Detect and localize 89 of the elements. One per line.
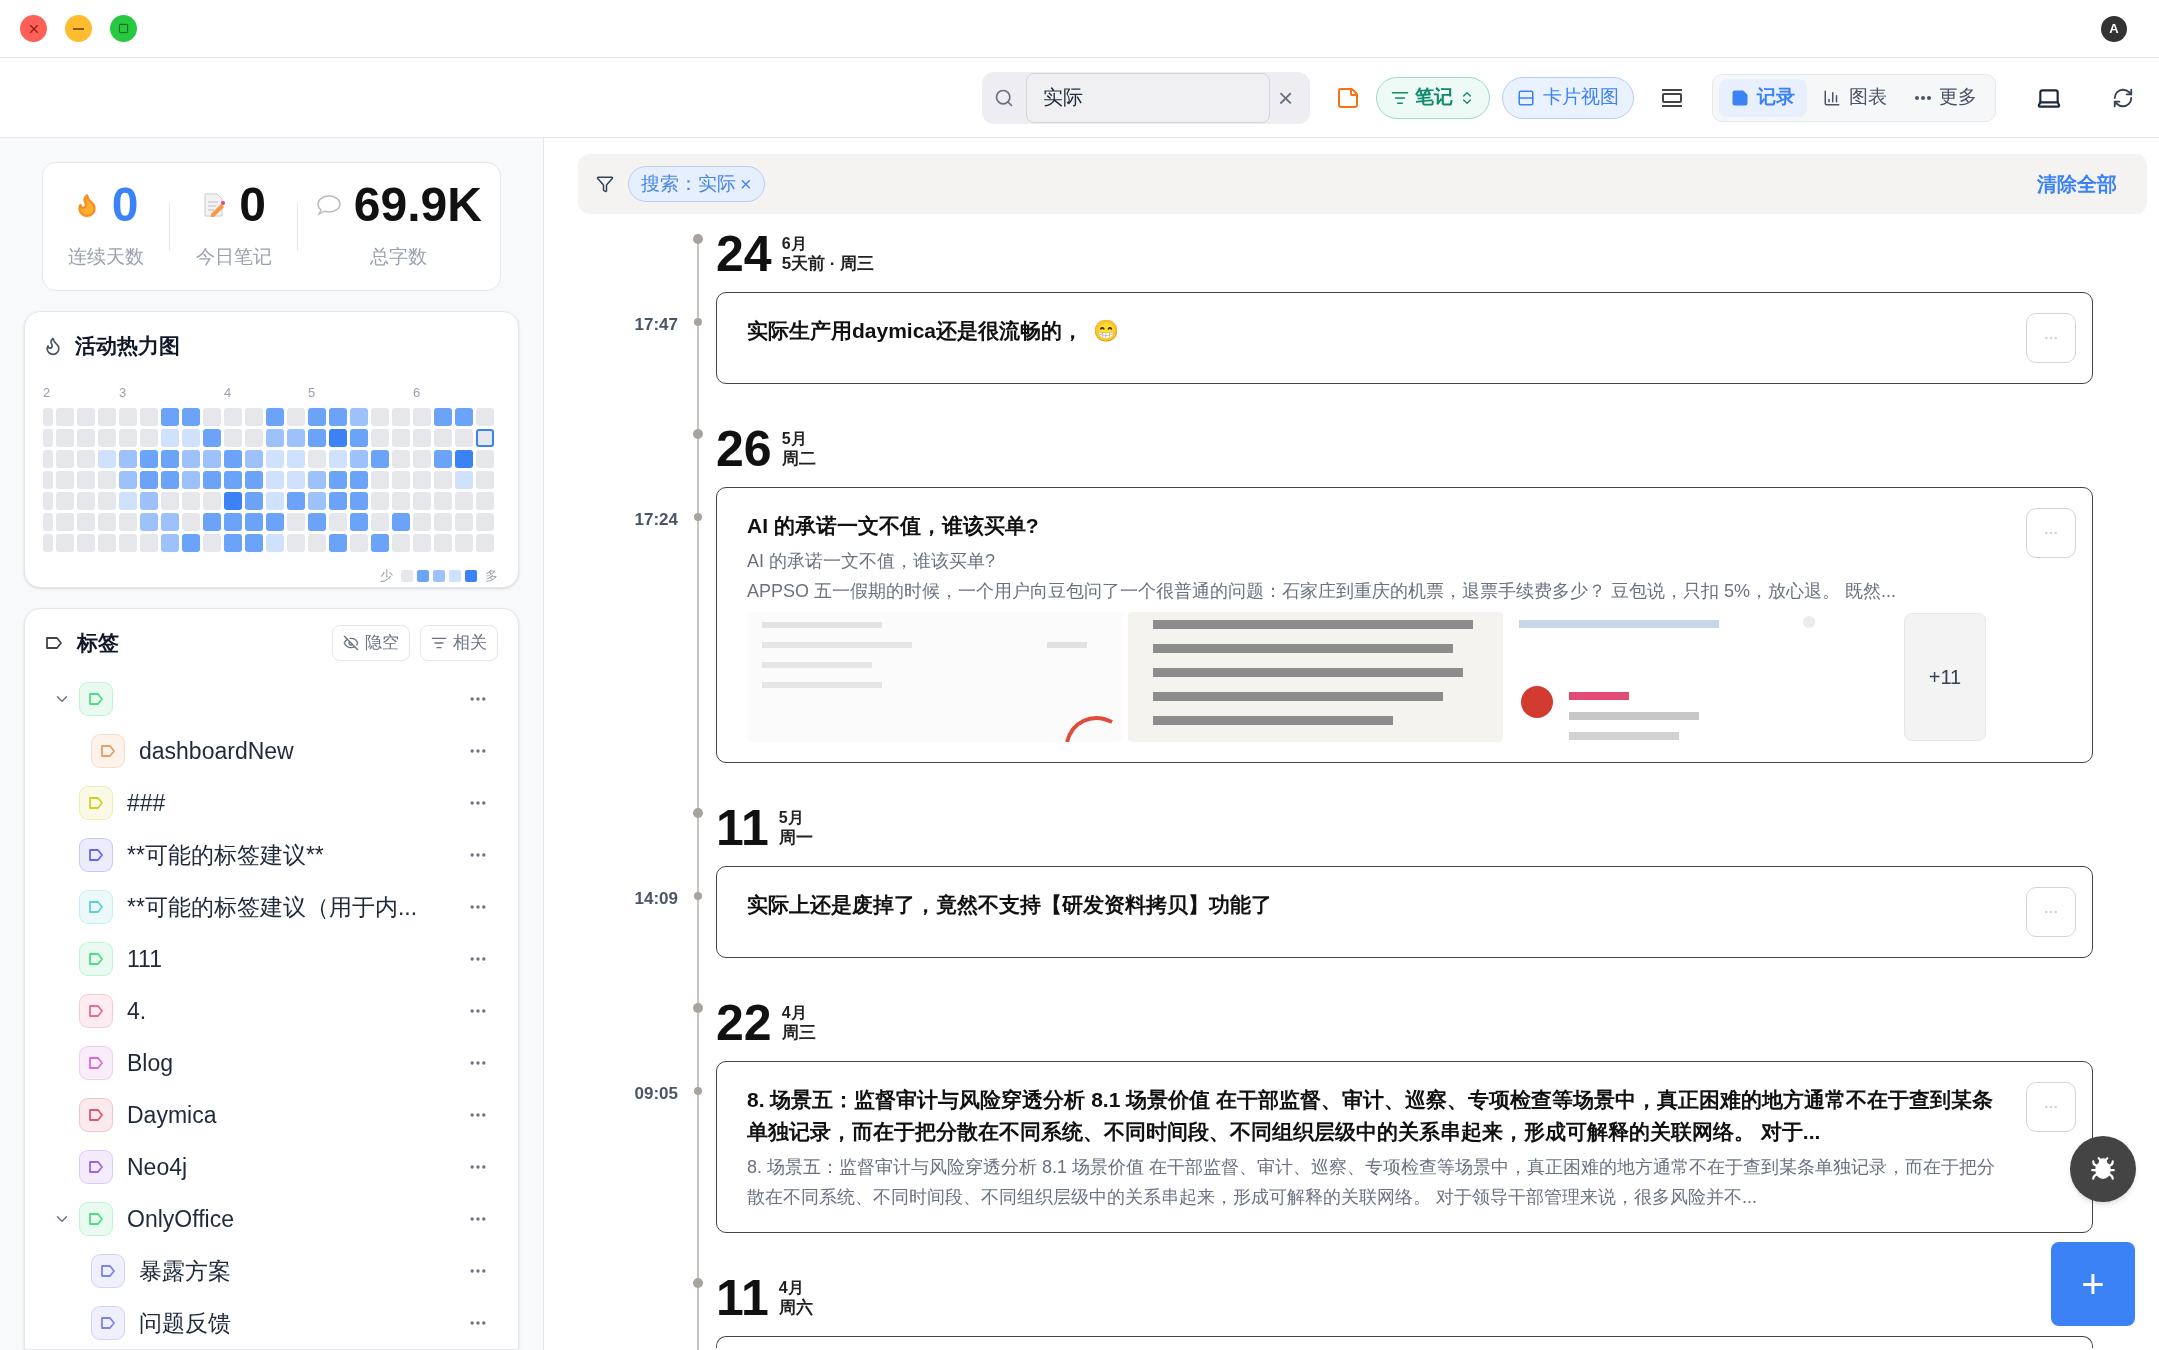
app-badge[interactable]: A	[2101, 15, 2127, 42]
note-icon	[201, 192, 228, 219]
tag-name[interactable]: OnlyOffice	[127, 1201, 234, 1237]
tag-name[interactable]: Daymica	[127, 1097, 217, 1133]
tags-title: 标签	[77, 630, 119, 657]
add-button[interactable]: +	[2051, 1242, 2135, 1326]
stat-label: 总字数	[370, 245, 428, 270]
note-card[interactable]	[716, 1061, 2093, 1233]
legend-label: 少	[380, 566, 393, 585]
note-card[interactable]: 实际上还是废掉了，竟然不支持【研发资料拷贝】功能了	[716, 866, 2093, 958]
entry-time: 17:24	[634, 510, 678, 529]
stat-value: 0	[239, 181, 266, 230]
note-icon[interactable]	[1336, 85, 1360, 110]
month-label: 3	[119, 384, 127, 400]
maximize-button[interactable]	[110, 15, 137, 42]
more-images-tile[interactable]: +11	[1904, 613, 1986, 741]
tag-name[interactable]: Neo4j	[127, 1149, 188, 1185]
hide-empty-button[interactable]: 隐空	[332, 625, 410, 661]
note-card[interactable]: 实际生产用daymica还是很流畅的， 😁	[716, 292, 2093, 384]
note-card[interactable]	[716, 1336, 2093, 1348]
maximize-icon	[118, 23, 129, 34]
tag-name[interactable]: 4.	[127, 993, 147, 1029]
note-title: 8. 场景五：监督审计与风险穿透分析 8.1 场景价值 在干部监督、审计、巡察、专项检查等场景中，真正困难的地方通常不在于查到某条单独记录，而在于把分散在不同系统、不同时间段、不同组织层级中的关系串起来，形成可解释的关联网络。 对于...	[747, 1087, 1995, 1145]
entry-time: 17:47	[634, 315, 678, 334]
month-label: 6	[413, 384, 421, 400]
note-title: AI 的承诺一文不值，谁该买单?	[747, 513, 1040, 539]
flame-icon	[43, 336, 63, 357]
more-icon	[1915, 95, 1931, 100]
view-tab[interactable]: 图表	[1811, 78, 1899, 117]
weekday-label: 周三	[781, 1023, 816, 1043]
day-number: 24	[716, 228, 772, 280]
day-number: 11	[716, 1272, 769, 1324]
stat-label: 连续天数	[68, 245, 145, 270]
tag-name[interactable]: 111	[127, 941, 162, 977]
eye-off-icon	[343, 635, 359, 651]
month-label: 4月	[781, 1003, 808, 1023]
weekday-label: 5天前 · 周三	[781, 254, 875, 274]
heatmap-title: 活动热力图	[75, 333, 180, 360]
speech-bubble-icon	[315, 194, 342, 217]
stat-label: 今日笔记	[195, 245, 272, 270]
layout-icon[interactable]	[1660, 87, 1684, 108]
debug-button[interactable]	[2070, 1136, 2136, 1202]
note-card[interactable]: AI 的承诺一文不值，谁该买单? AI 的承诺一文不值，谁该买单? APPSO 五一假期的时候，一个用户向豆包问了一个很普通的问题：石家庄到重庆的机票，退票手续费多少？ 豆包说，只扣 5%，放心退。 既然... +11	[716, 487, 2093, 763]
minimize-icon	[73, 27, 84, 30]
tag-name[interactable]: Blog	[127, 1045, 174, 1081]
weekday-label: 周二	[781, 449, 816, 469]
filter-icon	[431, 635, 447, 651]
day-number: 11	[716, 802, 769, 854]
weekday-label: 周六	[778, 1298, 813, 1318]
note-excerpt: AI 的承诺一文不值，谁该买单? APPSO 五一假期的时候，一个用户向豆包问了一个很普通的问题：石家庄到重庆的机票，退票手续费多少？ 豆包说，只扣 5%，放心退。 既然...	[747, 550, 1898, 603]
tag-name[interactable]: dashboardNew	[139, 733, 294, 769]
search-icon	[994, 87, 1014, 108]
month-label: 2	[43, 384, 51, 400]
tag-name[interactable]: **可能的标签建议**	[127, 837, 324, 873]
legend-label: 多	[485, 566, 498, 585]
note-icon	[1731, 88, 1749, 107]
note-title: 实际生产用daymica还是很流畅的， 😁	[747, 318, 1121, 344]
month-label: 5月	[781, 429, 808, 449]
tag-name[interactable]: 暴露方案	[139, 1253, 231, 1289]
minimize-button[interactable]	[65, 15, 92, 42]
entry-time: 14:09	[634, 889, 678, 908]
tag-name[interactable]: **可能的标签建议（用于内...	[127, 889, 418, 925]
filter-icon	[596, 175, 614, 193]
chart-icon	[1823, 88, 1841, 107]
entry-time: 09:05	[634, 1084, 678, 1103]
card-view-icon	[1517, 88, 1535, 107]
notes-filter-button[interactable]: 笔记	[1376, 76, 1490, 119]
related-button[interactable]: 相关	[420, 625, 498, 661]
tag-name[interactable]: 问题反馈	[139, 1305, 231, 1341]
month-label: 6月	[781, 234, 808, 254]
stat-value: 0	[111, 181, 139, 230]
tag-name[interactable]: ###	[127, 785, 166, 821]
close-button[interactable]	[20, 15, 47, 42]
stat-value: 69.9K	[353, 181, 482, 230]
clear-search-button[interactable]: ×	[1278, 84, 1294, 111]
day-number: 26	[716, 423, 772, 475]
note-excerpt: 8. 场景五：监督审计与风险穿透分析 8.1 场景价值 在干部监督、审计、巡察、专项检查等场景中，真正困难的地方通常不在于查到某条单独记录，而在于把分散在不同系统、不同时间段、不同组织层级中的关系串起来，形成可解释的关联网络。 对于领导干部管理来说，很多风险并不...	[747, 1156, 1997, 1209]
day-number: 22	[716, 997, 772, 1049]
month-label: 4	[224, 384, 232, 400]
tag-icon	[45, 635, 63, 651]
search-field[interactable]: 实际 ×	[982, 71, 1310, 124]
note-title: 实际上还是废掉了，竟然不支持【研发资料拷贝】功能了	[747, 892, 1273, 918]
weekday-label: 周一	[778, 828, 813, 848]
sync-icon[interactable]	[2112, 86, 2134, 109]
view-tab[interactable]: 更多	[1903, 78, 1989, 117]
month-label: 5月	[778, 808, 805, 828]
month-label: 5	[308, 384, 316, 400]
month-label: 4月	[778, 1278, 805, 1298]
bug-icon	[2090, 1156, 2116, 1182]
